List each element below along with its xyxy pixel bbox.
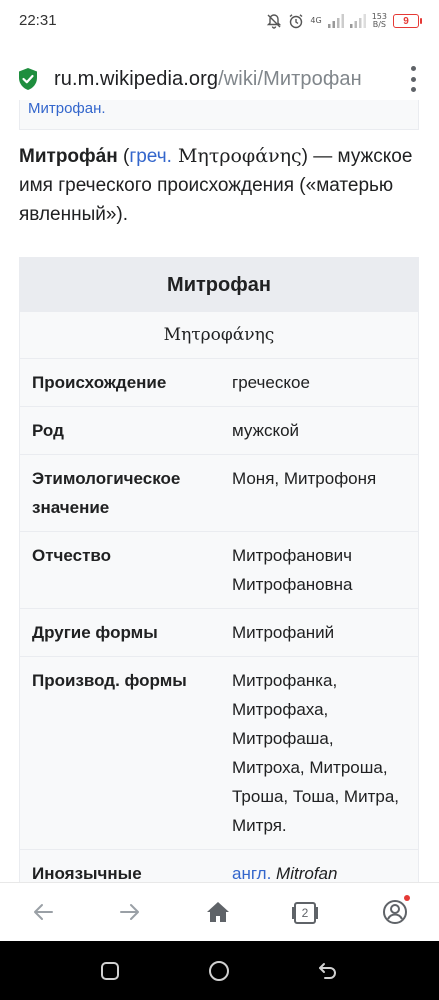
url-path: /wiki/Митрофан — [218, 68, 362, 90]
system-nav-bar — [0, 941, 439, 1000]
infobox-row: Происхождение греческое — [20, 359, 418, 407]
infobox-row: Отчество Митрофанович Митрофановна — [20, 532, 418, 609]
mute-bell-icon — [267, 14, 282, 29]
row-label: Этимологическое значение — [32, 469, 181, 517]
row-value: Моня, Митрофоня — [232, 469, 377, 488]
row-value: Митрофанка, Митрофаха, Митрофаша, Митрох… — [232, 671, 400, 835]
greek-name: Μητροφάνης — [171, 145, 302, 167]
lang-link[interactable]: греч. — [129, 146, 172, 167]
infobox-subtitle: Μητροφάνης — [20, 312, 418, 359]
forward-arrow-icon — [120, 904, 139, 920]
row-label: Производ. формы — [32, 671, 187, 690]
article-intro: Митрофа́н (греч. Μητροφάνης) — мужское и… — [19, 145, 413, 225]
browser-bottom-nav: 2 — [0, 882, 439, 941]
back-arrow-icon — [34, 904, 53, 920]
row-label: Иноязычные — [32, 864, 142, 882]
infobox-row: Иноязычные англ. Mitrofan — [20, 850, 418, 882]
row-label: Отчество — [32, 546, 112, 565]
account-button[interactable] — [380, 897, 410, 927]
status-bar: 22:31 4G 153 B/S 9 — [0, 0, 439, 44]
row-value: Митрофаний — [232, 623, 335, 642]
tab-count: 2 — [301, 906, 309, 920]
infobox-row: Этимологическое значение Моня, Митрофоня — [20, 455, 418, 532]
home-button[interactable] — [203, 897, 233, 927]
back-icon[interactable] — [316, 959, 340, 983]
infobox: Митрофан Μητροφάνης Происхождение гречес… — [19, 257, 419, 882]
lang-link-en[interactable]: англ. — [232, 864, 271, 882]
row-value: англ. Mitrofan — [232, 864, 338, 882]
url-text[interactable]: ru.m.wikipedia.org/wiki/Митрофан — [54, 67, 362, 91]
recent-apps-icon[interactable] — [98, 959, 122, 983]
signal-icon — [327, 14, 344, 28]
account-icon — [383, 900, 407, 924]
forward-button[interactable] — [115, 897, 145, 927]
status-icons: 4G 153 B/S 9 — [266, 10, 422, 32]
battery-icon: 9 — [393, 14, 422, 28]
network-speed: 153 B/S — [371, 12, 387, 29]
row-value: мужской — [232, 421, 300, 440]
infobox-title: Митрофан — [20, 258, 418, 312]
row-value: Митрофанович Митрофановна — [232, 546, 353, 594]
row-label: Род — [32, 421, 64, 440]
infobox-row: Другие формы Митрофаний — [20, 609, 418, 657]
secure-lock-icon[interactable] — [17, 67, 39, 91]
infobox-row: Производ. формы Митрофанка, Митрофаха, М… — [20, 657, 418, 850]
row-label: Происхождение — [32, 373, 167, 392]
home-icon — [207, 902, 229, 922]
article-term: Митрофа́н — [19, 146, 118, 167]
row-value: греческое — [232, 373, 310, 392]
page-content: Митрофан. Митрофа́н (греч. Μητροφάνης) —… — [0, 100, 439, 882]
network-type: 4G — [310, 16, 322, 25]
notification-dot — [404, 895, 410, 901]
prev-link[interactable]: Митрофан. — [28, 100, 106, 117]
more-vert-icon[interactable] — [409, 66, 417, 92]
signal-icon-2 — [349, 14, 366, 28]
home-circle-icon[interactable] — [207, 959, 231, 983]
tabs-button[interactable]: 2 — [292, 901, 318, 925]
infobox-row: Род мужской — [20, 407, 418, 455]
status-time: 22:31 — [19, 12, 57, 29]
alarm-icon — [289, 14, 303, 29]
row-label: Другие формы — [32, 623, 158, 642]
url-domain: ru.m.wikipedia.org — [54, 68, 219, 90]
battery-level: 9 — [403, 15, 409, 27]
back-button[interactable] — [28, 897, 58, 927]
previous-section-box: Митрофан. — [19, 100, 419, 130]
